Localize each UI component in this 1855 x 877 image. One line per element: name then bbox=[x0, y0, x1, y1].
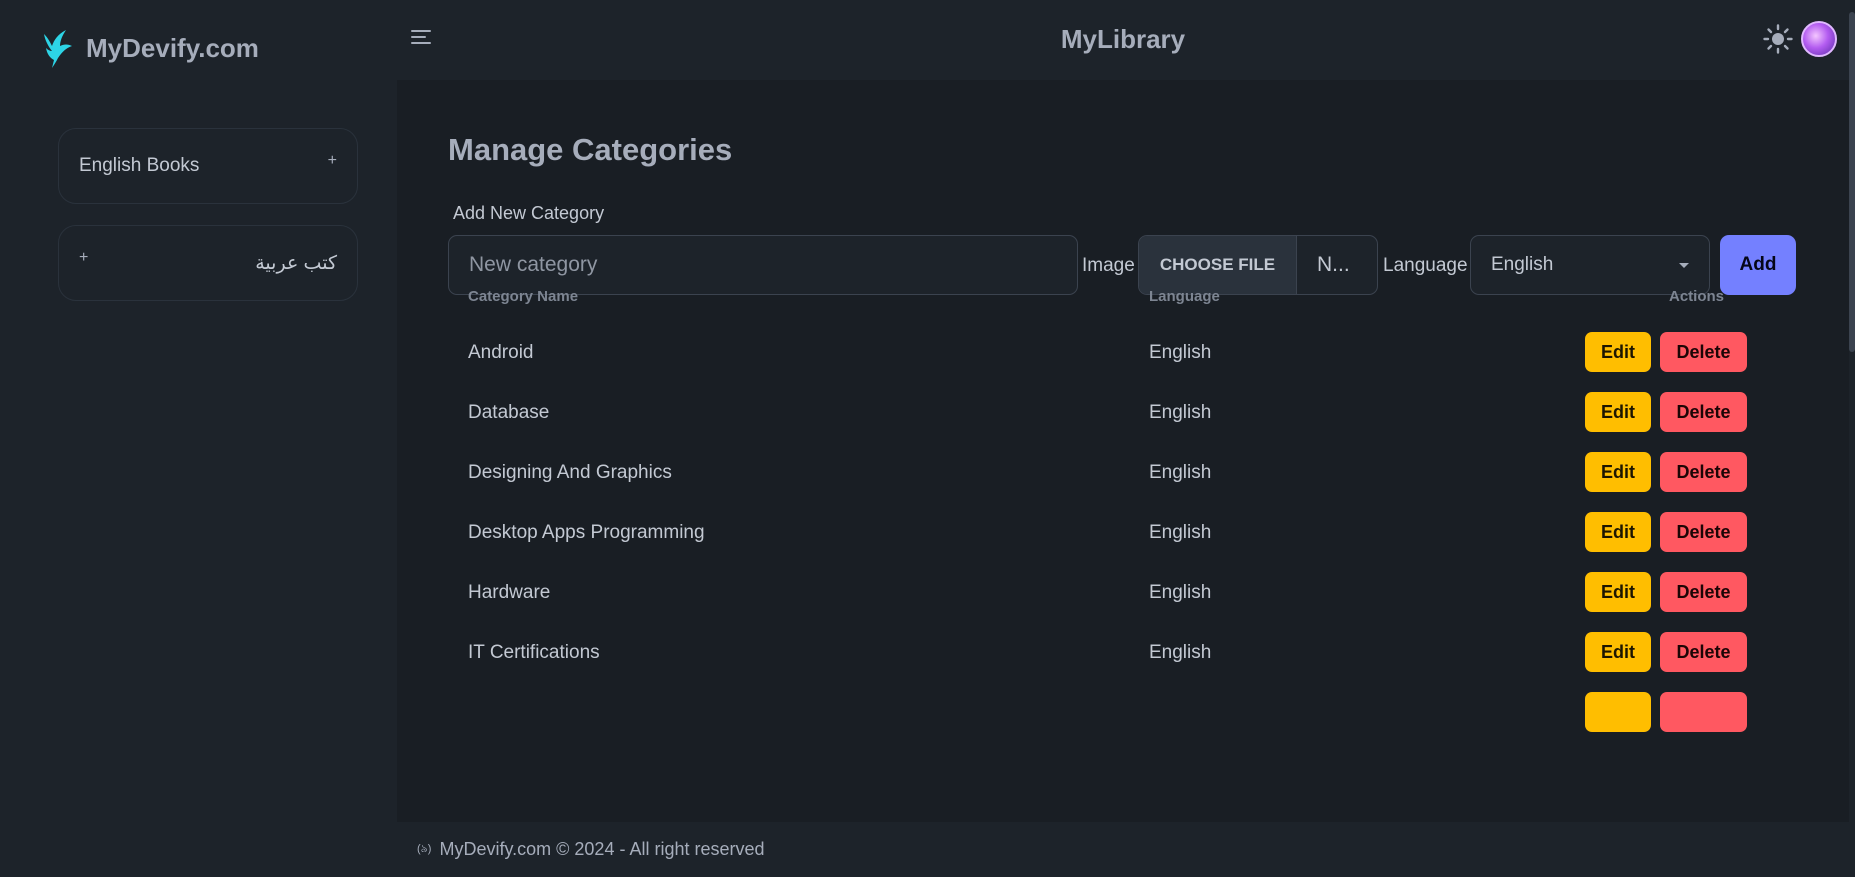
category-language-cell: English bbox=[1149, 582, 1212, 603]
delete-button[interactable] bbox=[1660, 692, 1747, 732]
bird-logo-icon bbox=[40, 28, 74, 68]
category-language-cell: English bbox=[1149, 462, 1212, 483]
edit-button[interactable]: Edit bbox=[1585, 452, 1651, 492]
file-status: N... bbox=[1317, 253, 1350, 276]
footer-logo-icon: (৯) bbox=[417, 843, 432, 855]
edit-button[interactable]: Edit bbox=[1585, 632, 1651, 672]
column-header-language: Language bbox=[1149, 288, 1220, 305]
add-category-button[interactable]: Add bbox=[1720, 235, 1796, 295]
edit-button[interactable] bbox=[1585, 692, 1651, 732]
language-select[interactable]: English bbox=[1470, 235, 1710, 295]
sidebar-item-label: English Books bbox=[79, 155, 200, 176]
sun-icon[interactable] bbox=[1763, 24, 1793, 54]
main-content: Manage Categories Add New Category Image… bbox=[397, 80, 1849, 822]
edit-button[interactable]: Edit bbox=[1585, 512, 1651, 552]
page-title: Manage Categories bbox=[448, 132, 733, 167]
category-name-cell: Hardware bbox=[468, 582, 551, 603]
edit-button[interactable]: Edit bbox=[1585, 332, 1651, 372]
sidebar-item-arabic-books[interactable]: + كتب عربية bbox=[58, 225, 358, 301]
add-category-label: Add New Category bbox=[453, 203, 605, 223]
category-language-cell: English bbox=[1149, 342, 1212, 363]
delete-button[interactable]: Delete bbox=[1660, 332, 1747, 372]
category-name-cell: Database bbox=[468, 402, 550, 423]
choose-file-button[interactable]: CHOOSE FILE bbox=[1139, 236, 1297, 294]
sidebar: MyDevify.com English Books + + كتب عربية bbox=[0, 0, 397, 877]
new-category-input[interactable] bbox=[448, 235, 1078, 295]
page-scrollbar[interactable] bbox=[1849, 0, 1855, 877]
delete-button[interactable]: Delete bbox=[1660, 572, 1747, 612]
edit-button[interactable]: Edit bbox=[1585, 572, 1651, 612]
category-name-cell: Designing And Graphics bbox=[468, 462, 672, 483]
scrollbar-thumb[interactable] bbox=[1849, 12, 1855, 352]
user-avatar[interactable] bbox=[1801, 21, 1837, 57]
expand-plus-icon[interactable]: + bbox=[328, 152, 337, 170]
top-header: MyLibrary bbox=[397, 0, 1849, 80]
category-language-cell: English bbox=[1149, 402, 1212, 423]
brand-name: MyDevify.com bbox=[86, 32, 259, 63]
image-label: Image bbox=[1082, 255, 1135, 276]
category-language-cell: English bbox=[1149, 642, 1212, 663]
language-selected-value: English bbox=[1491, 254, 1554, 275]
footer-text: MyDevify.com © 2024 - All right reserved bbox=[439, 839, 765, 859]
sidebar-item-label: كتب عربية bbox=[255, 252, 337, 274]
edit-button[interactable]: Edit bbox=[1585, 392, 1651, 432]
delete-button[interactable]: Delete bbox=[1660, 452, 1747, 492]
table-row-partial bbox=[448, 680, 1796, 751]
category-name-cell: Desktop Apps Programming bbox=[468, 522, 705, 543]
image-file-input[interactable]: CHOOSE FILE N... bbox=[1138, 235, 1378, 295]
expand-plus-icon[interactable]: + bbox=[79, 249, 88, 267]
sidebar-item-english-books[interactable]: English Books + bbox=[58, 128, 358, 204]
chevron-down-icon bbox=[1679, 262, 1689, 268]
delete-button[interactable]: Delete bbox=[1660, 392, 1747, 432]
brand[interactable]: MyDevify.com bbox=[40, 26, 259, 70]
delete-button[interactable]: Delete bbox=[1660, 632, 1747, 672]
footer: (৯) MyDevify.com © 2024 - All right rese… bbox=[397, 822, 1849, 877]
column-header-category-name: Category Name bbox=[468, 288, 579, 305]
app-title: MyLibrary bbox=[1060, 24, 1186, 54]
category-name-cell: IT Certifications bbox=[468, 642, 600, 663]
category-name-cell: Android bbox=[468, 342, 534, 363]
column-header-actions: Actions bbox=[1668, 288, 1724, 305]
language-label: Language bbox=[1383, 255, 1468, 276]
delete-button[interactable]: Delete bbox=[1660, 512, 1747, 552]
category-language-cell: English bbox=[1149, 522, 1212, 543]
